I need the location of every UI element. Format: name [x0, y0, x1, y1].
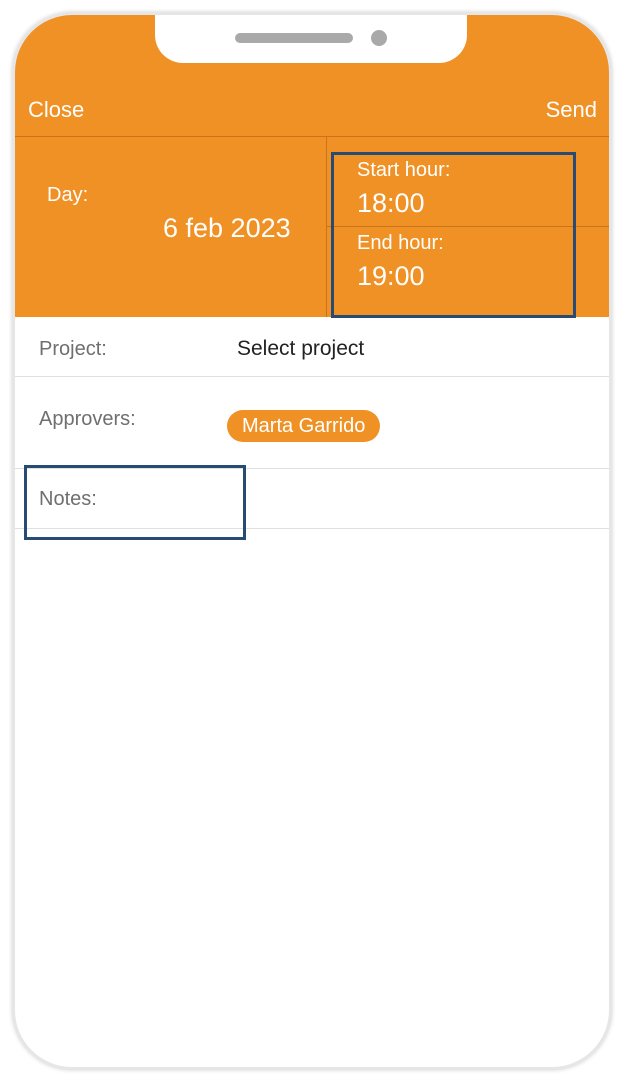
- camera-icon: [371, 30, 387, 46]
- close-button[interactable]: Close: [28, 97, 84, 123]
- project-row[interactable]: Project: Select project: [15, 317, 609, 377]
- send-button[interactable]: Send: [546, 97, 597, 123]
- phone-frame: Close Send Day: 6 feb 2023 Start hour: 1…: [12, 12, 612, 1070]
- day-value[interactable]: 6 feb 2023: [163, 213, 291, 244]
- day-label: Day:: [47, 184, 89, 206]
- approvers-label: Approvers:: [39, 408, 136, 430]
- approvers-row: Approvers: Marta Garrido: [15, 377, 609, 469]
- phone-notch: [155, 15, 467, 63]
- hours-highlight-box: [331, 152, 576, 318]
- notes-highlight-box: [24, 465, 246, 540]
- approver-chip[interactable]: Marta Garrido: [227, 410, 381, 442]
- speaker-icon: [235, 33, 353, 43]
- project-label: Project:: [39, 338, 107, 360]
- project-select[interactable]: Select project: [237, 337, 364, 361]
- header-divider: [15, 136, 609, 137]
